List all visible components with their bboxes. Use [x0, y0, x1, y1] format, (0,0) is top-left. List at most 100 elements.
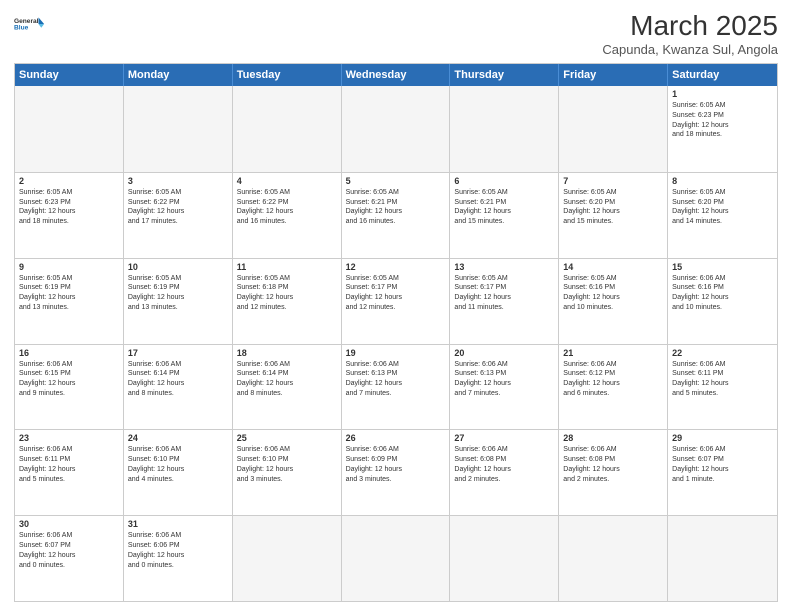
day-number-18: 18: [237, 348, 337, 358]
day-number-17: 17: [128, 348, 228, 358]
cell-4-6: 29 Sunrise: 6:06 AM Sunset: 6:07 PM Dayli…: [668, 430, 777, 515]
cell-3-2: 18Sunrise: 6:06 AM Sunset: 6:14 PM Dayli…: [233, 345, 342, 430]
cell-3-6: 22 Sunrise: 6:06 AM Sunset: 6:11 PM Dayli…: [668, 345, 777, 430]
cell-2-2: 11Sunrise: 6:05 AM Sunset: 6:18 PM Dayli…: [233, 259, 342, 344]
day-info-13: Sunrise: 6:05 AM Sunset: 6:17 PM Dayligh…: [454, 274, 554, 313]
week-row-5: 30 Sunrise: 6:06 AM Sunset: 6:07 PM Dayli…: [15, 515, 777, 601]
day-number-2: 2: [19, 176, 119, 186]
day-number-22: 22: [672, 348, 773, 358]
day-number-31: 31: [128, 519, 228, 529]
day-number-30: 30: [19, 519, 119, 529]
logo: GeneralBlue: [14, 10, 46, 38]
cell-4-1: 24 Sunrise: 6:06 AM Sunset: 6:10 PM Dayli…: [124, 430, 233, 515]
svg-text:Blue: Blue: [14, 25, 29, 32]
day-number-14: 14: [563, 262, 663, 272]
day-info-1: Sunrise: 6:05 AM Sunset: 6:23 PM Dayligh…: [672, 101, 773, 140]
day-number-24: 24: [128, 433, 228, 443]
subtitle: Capunda, Kwanza Sul, Angola: [602, 42, 778, 57]
cell-4-5: 28 Sunrise: 6:06 AM Sunset: 6:08 PM Dayli…: [559, 430, 668, 515]
day-info-14: Sunrise: 6:05 AM Sunset: 6:16 PM Dayligh…: [563, 274, 663, 313]
cell-3-1: 17 Sunrise: 6:06 AM Sunset: 6:14 PM Dayli…: [124, 345, 233, 430]
day-number-16: 16: [19, 348, 119, 358]
day-number-7: 7: [563, 176, 663, 186]
day-info-3: Sunrise: 6:05 AM Sunset: 6:22 PM Dayligh…: [128, 188, 228, 227]
day-number-20: 20: [454, 348, 554, 358]
header-tuesday: Tuesday: [233, 64, 342, 86]
cell-5-2: [233, 516, 342, 601]
cell-0-0: [15, 86, 124, 172]
day-number-9: 9: [19, 262, 119, 272]
day-info-28: Sunrise: 6:06 AM Sunset: 6:08 PM Dayligh…: [563, 445, 663, 484]
header-thursday: Thursday: [450, 64, 559, 86]
cell-1-5: 7 Sunrise: 6:05 AM Sunset: 6:20 PM Daylig…: [559, 173, 668, 258]
cell-4-2: 25 Sunrise: 6:06 AM Sunset: 6:10 PM Dayli…: [233, 430, 342, 515]
day-number-12: 12: [346, 262, 446, 272]
day-number-26: 26: [346, 433, 446, 443]
header-saturday: Saturday: [668, 64, 777, 86]
day-number-28: 28: [563, 433, 663, 443]
day-number-25: 25: [237, 433, 337, 443]
cell-0-1: [124, 86, 233, 172]
header-sunday: Sunday: [15, 64, 124, 86]
day-info-8: Sunrise: 6:05 AM Sunset: 6:20 PM Dayligh…: [672, 188, 773, 227]
cell-4-4: 27 Sunrise: 6:06 AM Sunset: 6:08 PM Dayli…: [450, 430, 559, 515]
week-row-0: 1Sunrise: 6:05 AM Sunset: 6:23 PM Daylig…: [15, 86, 777, 172]
cell-5-5: [559, 516, 668, 601]
cell-3-4: 20 Sunrise: 6:06 AM Sunset: 6:13 PM Dayli…: [450, 345, 559, 430]
svg-text:General: General: [14, 18, 39, 25]
day-number-6: 6: [454, 176, 554, 186]
day-info-17: Sunrise: 6:06 AM Sunset: 6:14 PM Dayligh…: [128, 360, 228, 399]
day-number-27: 27: [454, 433, 554, 443]
cell-0-2: [233, 86, 342, 172]
day-info-25: Sunrise: 6:06 AM Sunset: 6:10 PM Dayligh…: [237, 445, 337, 484]
day-number-13: 13: [454, 262, 554, 272]
title-block: March 2025 Capunda, Kwanza Sul, Angola: [602, 10, 778, 57]
day-number-29: 29: [672, 433, 773, 443]
cell-5-1: 31Sunrise: 6:06 AM Sunset: 6:06 PM Dayli…: [124, 516, 233, 601]
main-title: March 2025: [602, 10, 778, 42]
cell-3-5: 21Sunrise: 6:06 AM Sunset: 6:12 PM Dayli…: [559, 345, 668, 430]
cell-2-5: 14 Sunrise: 6:05 AM Sunset: 6:16 PM Dayli…: [559, 259, 668, 344]
day-info-12: Sunrise: 6:05 AM Sunset: 6:17 PM Dayligh…: [346, 274, 446, 313]
header-wednesday: Wednesday: [342, 64, 451, 86]
day-info-20: Sunrise: 6:06 AM Sunset: 6:13 PM Dayligh…: [454, 360, 554, 399]
cell-4-0: 23 Sunrise: 6:06 AM Sunset: 6:11 PM Dayli…: [15, 430, 124, 515]
cell-2-4: 13 Sunrise: 6:05 AM Sunset: 6:17 PM Dayli…: [450, 259, 559, 344]
header: GeneralBlue March 2025 Capunda, Kwanza S…: [14, 10, 778, 57]
calendar-header: Sunday Monday Tuesday Wednesday Thursday…: [15, 64, 777, 86]
day-info-7: Sunrise: 6:05 AM Sunset: 6:20 PM Dayligh…: [563, 188, 663, 227]
cell-5-0: 30 Sunrise: 6:06 AM Sunset: 6:07 PM Dayli…: [15, 516, 124, 601]
day-info-9: Sunrise: 6:05 AM Sunset: 6:19 PM Dayligh…: [19, 274, 119, 313]
header-friday: Friday: [559, 64, 668, 86]
week-row-4: 23 Sunrise: 6:06 AM Sunset: 6:11 PM Dayli…: [15, 429, 777, 515]
cell-5-4: [450, 516, 559, 601]
day-info-15: Sunrise: 6:06 AM Sunset: 6:16 PM Dayligh…: [672, 274, 773, 313]
day-info-6: Sunrise: 6:05 AM Sunset: 6:21 PM Dayligh…: [454, 188, 554, 227]
day-info-23: Sunrise: 6:06 AM Sunset: 6:11 PM Dayligh…: [19, 445, 119, 484]
day-info-22: Sunrise: 6:06 AM Sunset: 6:11 PM Dayligh…: [672, 360, 773, 399]
cell-2-3: 12 Sunrise: 6:05 AM Sunset: 6:17 PM Dayli…: [342, 259, 451, 344]
calendar: Sunday Monday Tuesday Wednesday Thursday…: [14, 63, 778, 602]
day-number-8: 8: [672, 176, 773, 186]
cell-1-6: 8 Sunrise: 6:05 AM Sunset: 6:20 PM Daylig…: [668, 173, 777, 258]
cell-1-3: 5Sunrise: 6:05 AM Sunset: 6:21 PM Daylig…: [342, 173, 451, 258]
cell-2-6: 15Sunrise: 6:06 AM Sunset: 6:16 PM Dayli…: [668, 259, 777, 344]
day-info-16: Sunrise: 6:06 AM Sunset: 6:15 PM Dayligh…: [19, 360, 119, 399]
cell-0-4: [450, 86, 559, 172]
day-number-3: 3: [128, 176, 228, 186]
day-number-21: 21: [563, 348, 663, 358]
day-info-24: Sunrise: 6:06 AM Sunset: 6:10 PM Dayligh…: [128, 445, 228, 484]
day-info-30: Sunrise: 6:06 AM Sunset: 6:07 PM Dayligh…: [19, 531, 119, 570]
cell-3-3: 19Sunrise: 6:06 AM Sunset: 6:13 PM Dayli…: [342, 345, 451, 430]
cell-0-3: [342, 86, 451, 172]
page: GeneralBlue March 2025 Capunda, Kwanza S…: [0, 0, 792, 612]
day-number-23: 23: [19, 433, 119, 443]
day-info-27: Sunrise: 6:06 AM Sunset: 6:08 PM Dayligh…: [454, 445, 554, 484]
cell-2-0: 9 Sunrise: 6:05 AM Sunset: 6:19 PM Daylig…: [15, 259, 124, 344]
day-info-5: Sunrise: 6:05 AM Sunset: 6:21 PM Dayligh…: [346, 188, 446, 227]
day-info-29: Sunrise: 6:06 AM Sunset: 6:07 PM Dayligh…: [672, 445, 773, 484]
day-number-11: 11: [237, 262, 337, 272]
cell-1-1: 3 Sunrise: 6:05 AM Sunset: 6:22 PM Daylig…: [124, 173, 233, 258]
calendar-body: 1Sunrise: 6:05 AM Sunset: 6:23 PM Daylig…: [15, 86, 777, 601]
logo-icon: GeneralBlue: [14, 10, 46, 38]
